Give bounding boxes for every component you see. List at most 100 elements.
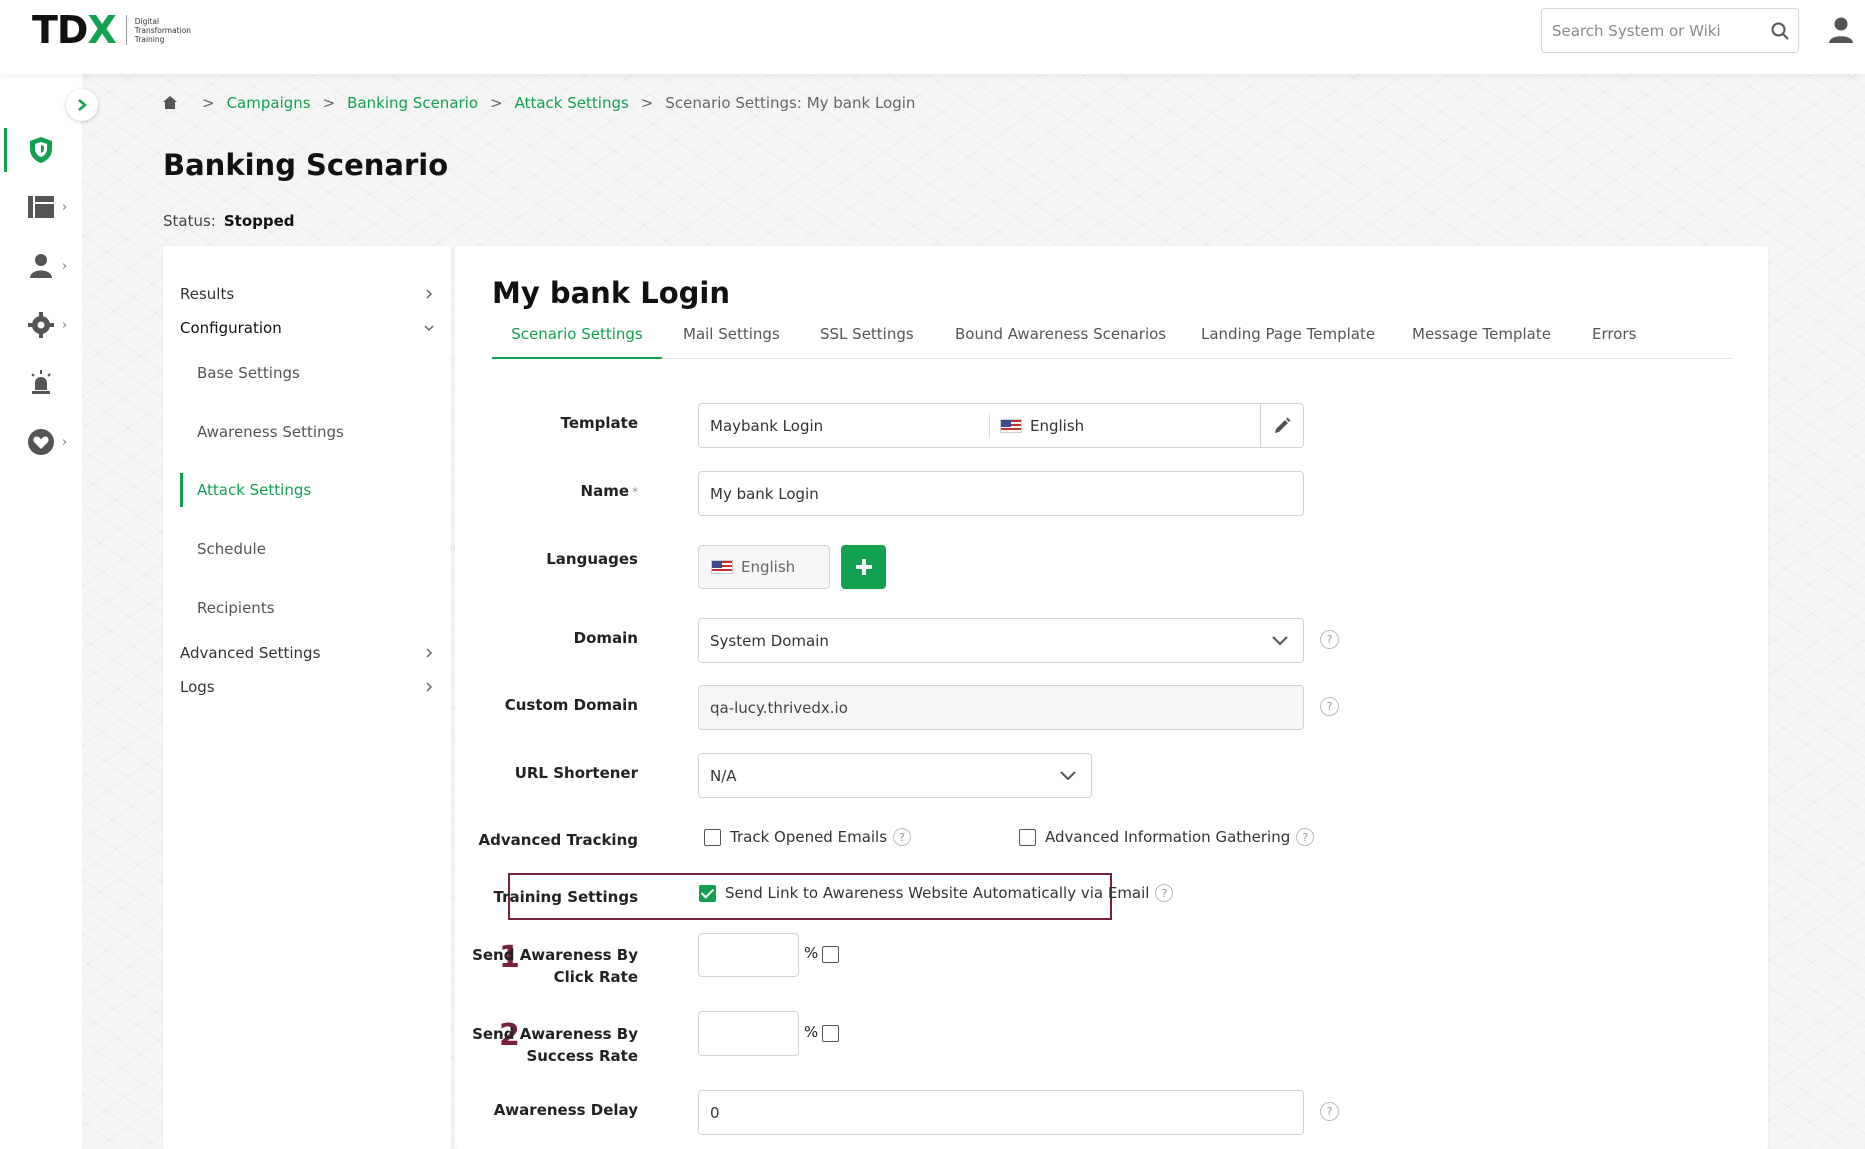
scenario-title: My bank Login xyxy=(492,276,730,310)
url-shortener-select[interactable]: N/A xyxy=(698,753,1092,798)
breadcrumb-banking-scenario[interactable]: Banking Scenario xyxy=(347,94,478,112)
custom-domain-value: qa-lucy.thrivedx.io xyxy=(710,698,848,717)
nav-schedule[interactable]: Schedule xyxy=(197,537,266,561)
tab-landing-page-template[interactable]: Landing Page Template xyxy=(1201,325,1375,359)
advanced-info-gathering-checkbox[interactable] xyxy=(1019,828,1036,846)
breadcrumb-attack-settings[interactable]: Attack Settings xyxy=(515,94,629,112)
home-icon[interactable] xyxy=(162,95,178,111)
advanced-tracking-label: Advanced Tracking xyxy=(478,831,638,849)
track-opened-help-icon[interactable]: ? xyxy=(893,828,912,846)
click-rate-checkbox[interactable] xyxy=(822,946,839,963)
template-selector[interactable]: Maybank Login English xyxy=(698,403,1304,448)
url-shortener-label: URL Shortener xyxy=(514,764,638,782)
template-language: English xyxy=(1030,416,1085,435)
send-link-help-icon[interactable]: ? xyxy=(1155,884,1174,902)
click-rate-label: Send Awareness By Click Rate xyxy=(472,944,638,988)
rail-item-incidents[interactable] xyxy=(0,361,82,405)
page-title: Banking Scenario xyxy=(163,148,449,182)
breadcrumb-campaigns[interactable]: Campaigns xyxy=(227,94,311,112)
nav-advanced-settings[interactable]: Advanced Settings xyxy=(180,641,434,665)
chevron-right-icon xyxy=(426,682,433,692)
success-rate-checkbox[interactable] xyxy=(822,1025,839,1042)
gear-icon xyxy=(28,312,54,338)
advanced-info-help-icon[interactable]: ? xyxy=(1296,828,1315,846)
send-link-option[interactable]: Send Link to Awareness Website Automatic… xyxy=(699,884,1174,902)
awareness-delay-input[interactable]: 0 xyxy=(698,1090,1304,1135)
custom-domain-label: Custom Domain xyxy=(504,696,638,714)
awareness-delay-help-icon[interactable]: ? xyxy=(1320,1102,1339,1121)
percent-sign: % xyxy=(804,1023,819,1041)
add-language-button[interactable] xyxy=(841,545,886,589)
tab-mail-settings[interactable]: Mail Settings xyxy=(683,325,780,359)
tab-scenario-settings[interactable]: Scenario Settings xyxy=(492,325,662,359)
advanced-info-gathering-option[interactable]: Advanced Information Gathering ? xyxy=(1019,828,1315,846)
nav-results[interactable]: Results xyxy=(180,282,434,306)
rail-item-settings[interactable]: › xyxy=(0,303,82,347)
language-chip-label: English xyxy=(741,558,796,576)
nav-base-settings[interactable]: Base Settings xyxy=(197,361,300,385)
domain-label: Domain xyxy=(573,629,638,647)
nav-awareness-settings[interactable]: Awareness Settings xyxy=(197,420,344,444)
send-link-checkbox[interactable] xyxy=(699,884,716,902)
chevron-right-icon xyxy=(78,99,87,111)
breadcrumb-separator: > xyxy=(490,94,503,112)
sidebar-toggle[interactable] xyxy=(66,89,98,121)
chevron-down-icon xyxy=(424,325,434,332)
template-label: Template xyxy=(560,414,638,432)
rail-item-campaigns[interactable] xyxy=(0,128,82,172)
success-rate-label: Send Awareness By Success Rate xyxy=(472,1023,638,1067)
search-input[interactable] xyxy=(1542,9,1752,52)
percent-sign: % xyxy=(804,944,819,962)
search-icon[interactable] xyxy=(1770,21,1790,41)
languages-label: Languages xyxy=(546,550,638,568)
url-shortener-value: N/A xyxy=(710,766,737,785)
track-opened-emails-checkbox[interactable] xyxy=(704,828,721,846)
rail-item-dashboard[interactable]: › xyxy=(0,185,82,229)
success-rate-input[interactable] xyxy=(698,1011,799,1056)
tab-message-template[interactable]: Message Template xyxy=(1412,325,1551,359)
nav-recipients[interactable]: Recipients xyxy=(197,596,275,620)
breadcrumb-separator: > xyxy=(202,94,215,112)
awareness-delay-value: 0 xyxy=(710,1103,720,1122)
rail-item-awareness[interactable]: › xyxy=(0,420,82,464)
chevron-right-icon xyxy=(426,289,433,299)
tab-bound-awareness-scenarios[interactable]: Bound Awareness Scenarios xyxy=(955,325,1166,359)
top-bar: TDX Digital Transformation Training xyxy=(0,0,1865,74)
name-input[interactable]: My bank Login xyxy=(698,471,1304,516)
tab-bar: Scenario Settings Mail Settings SSL Sett… xyxy=(492,325,1732,359)
user-group-icon xyxy=(30,254,52,278)
nav-attack-settings[interactable]: Attack Settings xyxy=(197,478,311,502)
domain-select[interactable]: System Domain xyxy=(698,618,1304,663)
status-line: Status: Stopped xyxy=(163,212,295,230)
click-rate-input[interactable] xyxy=(698,933,799,977)
tdx-logo[interactable]: TDX Digital Transformation Training xyxy=(32,11,192,49)
pencil-icon[interactable] xyxy=(1272,416,1292,436)
settings-nav-panel: Results Configuration Base Settings Awar… xyxy=(163,246,451,1149)
tab-errors[interactable]: Errors xyxy=(1592,325,1636,359)
language-chip[interactable]: English xyxy=(698,545,830,589)
alarm-icon xyxy=(31,370,51,394)
training-settings-label: Training Settings xyxy=(493,888,638,906)
rail-item-recipients[interactable]: › xyxy=(0,244,82,288)
layout-icon xyxy=(28,196,54,218)
nav-advanced-settings-label: Advanced Settings xyxy=(180,644,321,662)
track-opened-emails-option[interactable]: Track Opened Emails ? xyxy=(704,828,912,846)
chevron-down-icon xyxy=(1060,771,1076,781)
chevron-right-icon: › xyxy=(62,199,68,215)
nav-logs[interactable]: Logs xyxy=(180,675,434,699)
search-box[interactable] xyxy=(1541,8,1799,53)
user-icon[interactable] xyxy=(1828,16,1854,44)
tab-ssl-settings[interactable]: SSL Settings xyxy=(820,325,914,359)
scenario-settings-panel: My bank Login Scenario Settings Mail Set… xyxy=(455,246,1768,1149)
chevron-down-icon xyxy=(1272,636,1288,646)
active-indicator xyxy=(180,473,183,507)
domain-help-icon[interactable]: ? xyxy=(1320,630,1339,649)
logo-divider xyxy=(125,15,127,45)
logo-subtitle: Digital Transformation Training xyxy=(134,16,192,44)
us-flag-icon xyxy=(711,560,733,574)
status-value: Stopped xyxy=(223,212,295,230)
send-link-label: Send Link to Awareness Website Automatic… xyxy=(725,884,1150,902)
custom-domain-help-icon[interactable]: ? xyxy=(1320,697,1339,716)
nav-configuration[interactable]: Configuration xyxy=(180,316,434,340)
custom-domain-input[interactable]: qa-lucy.thrivedx.io xyxy=(698,685,1304,730)
